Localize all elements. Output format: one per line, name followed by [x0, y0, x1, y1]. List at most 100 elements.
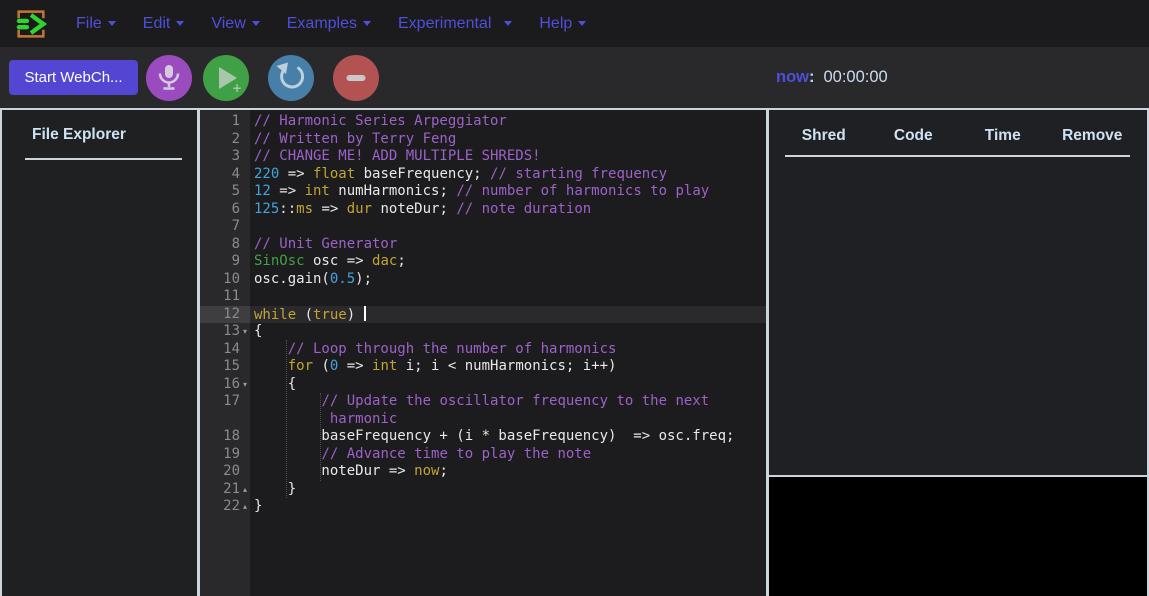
code-line[interactable]: 3// CHANGE ME! ADD MULTIPLE SHREDS! [200, 148, 766, 166]
menu-file[interactable]: File [76, 15, 116, 33]
code-text: 12 => int numHarmonics; // number of har… [250, 183, 766, 201]
code-text [250, 288, 766, 306]
code-text: } [250, 481, 766, 499]
code-line[interactable]: 17 // Update the oscillator frequency to… [200, 393, 766, 411]
line-number: 13▾ [200, 323, 250, 341]
line-number: 1 [200, 113, 250, 131]
menu-edit[interactable]: Edit [143, 15, 185, 33]
line-number: 21▴ [200, 481, 250, 499]
file-explorer-panel: File Explorer [0, 110, 197, 596]
code-line[interactable]: 9SinOsc osc => dac; [200, 253, 766, 271]
fold-down-icon[interactable]: ▾ [240, 376, 250, 394]
file-explorer-divider [25, 158, 182, 160]
fold-down-icon[interactable]: ▾ [240, 323, 250, 341]
code-line[interactable]: 21▴ } [200, 481, 766, 499]
line-number: 4 [200, 166, 250, 184]
microphone-button[interactable] [146, 55, 192, 101]
line-number: 9 [200, 253, 250, 271]
replace-shred-button[interactable] [268, 55, 314, 101]
line-number: 20 [200, 463, 250, 481]
code-line[interactable]: 20 noteDur => now; [200, 463, 766, 481]
menu-experimental[interactable]: Experimental [398, 15, 512, 33]
svg-text:+: + [232, 81, 242, 95]
line-number [200, 411, 250, 429]
menu-label: Experimental [398, 15, 491, 33]
line-number: 15 [200, 358, 250, 376]
code-line[interactable]: 16▾ { [200, 376, 766, 394]
text-cursor [364, 306, 366, 321]
line-number: 3 [200, 148, 250, 166]
code-line[interactable]: 7 [200, 218, 766, 236]
now-label: now [776, 68, 809, 87]
shred-table-header-code: Code [869, 127, 959, 145]
code-line[interactable]: 11 [200, 288, 766, 306]
fold-up-icon[interactable]: ▴ [240, 481, 250, 499]
code-line[interactable]: 512 => int numHarmonics; // number of ha… [200, 183, 766, 201]
line-number: 10 [200, 271, 250, 289]
chevron-down-icon [252, 21, 260, 26]
line-number: 17 [200, 393, 250, 411]
code-text: noteDur => now; [250, 463, 766, 481]
menu-examples[interactable]: Examples [287, 15, 371, 33]
shred-table-header-shred: Shred [779, 127, 869, 145]
code-line[interactable]: 18 baseFrequency + (i * baseFrequency) =… [200, 428, 766, 446]
chuck-logo-icon [12, 5, 50, 43]
code-line[interactable]: 13▾{ [200, 323, 766, 341]
main-content: File Explorer 1// Harmonic Series Arpegg… [0, 108, 1149, 596]
code-line[interactable]: 6125::ms => dur noteDur; // note duratio… [200, 201, 766, 219]
code-line[interactable]: harmonic [200, 411, 766, 429]
file-explorer-title: File Explorer [2, 110, 197, 144]
code-text: for (0 => int i; i < numHarmonics; i++) [250, 358, 766, 376]
visualizer-panel [769, 477, 1147, 596]
code-editor[interactable]: 1// Harmonic Series Arpeggiator2// Writt… [200, 110, 766, 596]
code-line[interactable]: 14 // Loop through the number of harmoni… [200, 341, 766, 359]
code-text: while (true) [250, 306, 766, 324]
chevron-down-icon [176, 21, 184, 26]
code-text: 125::ms => dur noteDur; // note duration [250, 201, 766, 219]
shred-table-divider [785, 155, 1130, 157]
code-text: // Written by Terry Feng [250, 131, 766, 149]
menu-view[interactable]: View [211, 15, 259, 33]
menu-help[interactable]: Help [539, 15, 586, 33]
line-number: 2 [200, 131, 250, 149]
code-text: 220 => float baseFrequency; // starting … [250, 166, 766, 184]
code-line[interactable]: 10osc.gain(0.5); [200, 271, 766, 289]
code-line[interactable]: 4220 => float baseFrequency; // starting… [200, 166, 766, 184]
code-text: } [250, 498, 766, 516]
menu-label: Help [539, 15, 572, 33]
fold-up-icon[interactable]: ▴ [240, 498, 250, 516]
code-line[interactable]: 12while (true) [200, 306, 766, 324]
remove-shred-button[interactable] [333, 55, 379, 101]
chevron-down-icon [578, 21, 586, 26]
line-number: 5 [200, 183, 250, 201]
code-line[interactable]: 1// Harmonic Series Arpeggiator [200, 113, 766, 131]
line-number: 22▴ [200, 498, 250, 516]
microphone-icon [149, 58, 189, 98]
code-line[interactable]: 8// Unit Generator [200, 236, 766, 254]
line-number: 7 [200, 218, 250, 236]
shred-table-header-row: ShredCodeTimeRemove [769, 110, 1147, 145]
code-line[interactable]: 22▴} [200, 498, 766, 516]
code-text: { [250, 376, 766, 394]
code-text: // CHANGE ME! ADD MULTIPLE SHREDS! [250, 148, 766, 166]
play-add-shred-button[interactable]: + [203, 55, 249, 101]
code-text: // Update the oscillator frequency to th… [250, 393, 766, 411]
line-number: 8 [200, 236, 250, 254]
menu-label: Edit [143, 15, 171, 33]
code-line[interactable]: 2// Written by Terry Feng [200, 131, 766, 149]
line-number: 6 [200, 201, 250, 219]
chevron-down-icon [363, 21, 371, 26]
line-number: 12 [200, 306, 250, 324]
code-line[interactable]: 19 // Advance time to play the note [200, 446, 766, 464]
chuck-time-display: now:00:00:00 [776, 47, 888, 108]
chevron-down-icon [108, 21, 116, 26]
line-number: 14 [200, 341, 250, 359]
code-line[interactable]: 15 for (0 => int i; i < numHarmonics; i+… [200, 358, 766, 376]
shred-table-header-time: Time [958, 127, 1048, 145]
line-number: 16▾ [200, 376, 250, 394]
minus-icon [336, 58, 376, 98]
code-text: osc.gain(0.5); [250, 271, 766, 289]
start-webchuck-button[interactable]: Start WebCh... [9, 60, 138, 95]
menu-label: Examples [287, 15, 357, 33]
code-text: harmonic [250, 411, 766, 429]
